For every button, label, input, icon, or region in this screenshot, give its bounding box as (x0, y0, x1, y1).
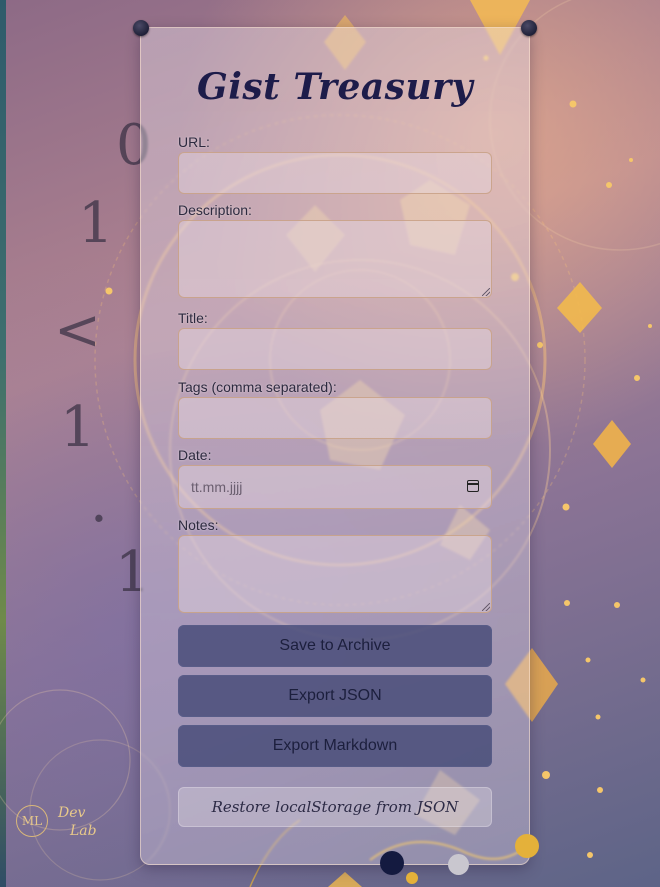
background-digit: . (90, 470, 108, 535)
url-label: URL: (178, 134, 210, 150)
notes-input[interactable] (178, 535, 492, 613)
logo-initials: ML (21, 814, 43, 828)
save-to-archive-button[interactable]: Save to Archive (178, 625, 492, 667)
export-json-label: Export JSON (288, 687, 382, 704)
logo-text-dev: Dev (58, 805, 86, 821)
logo-text: Dev Lab (58, 804, 97, 840)
background-digit: 1 (60, 395, 96, 460)
tags-input[interactable] (178, 397, 492, 439)
export-markdown-label: Export Markdown (272, 737, 398, 754)
description-label: Description: (178, 202, 252, 218)
title-label: Title: (178, 310, 208, 326)
logo-text-lab: Lab (70, 823, 97, 839)
pin-left (133, 20, 149, 36)
tags-label: Tags (comma separated): (178, 379, 337, 395)
calendar-icon[interactable] (467, 480, 479, 492)
title-input[interactable] (178, 328, 492, 370)
save-to-archive-label: Save to Archive (279, 637, 391, 654)
date-input[interactable]: tt.mm.jjjj (178, 465, 492, 509)
date-label: Date: (178, 447, 212, 463)
notes-wrapper (178, 535, 492, 613)
resize-grip-icon[interactable] (482, 603, 490, 611)
notes-label: Notes: (178, 517, 219, 533)
description-input[interactable] (178, 220, 492, 298)
export-json-button[interactable]: Export JSON (178, 675, 492, 717)
background-edge-strip (0, 0, 6, 887)
decor-dot-gold (515, 834, 539, 858)
decor-dot-navy (380, 851, 404, 875)
restore-localstorage-label: Restore localStorage from JSON (211, 798, 459, 816)
restore-localstorage-button[interactable]: Restore localStorage from JSON (178, 787, 492, 827)
url-input[interactable] (178, 152, 492, 194)
decor-dot-small-gold (406, 872, 418, 884)
date-placeholder: tt.mm.jjjj (191, 479, 243, 495)
logo-emblem: ML (16, 805, 48, 837)
export-markdown-button[interactable]: Export Markdown (178, 725, 492, 767)
description-wrapper (178, 220, 492, 298)
background-digit: < (54, 298, 101, 363)
devlab-logo: ML Dev Lab (14, 800, 126, 852)
decor-dot-grey (448, 854, 469, 875)
page-title: Gist Treasury (196, 66, 474, 108)
pin-right (521, 20, 537, 36)
gist-form-panel: Gist Treasury URL: Description: Title: T… (133, 20, 537, 865)
resize-grip-icon[interactable] (482, 288, 490, 296)
background-digit: 1 (78, 191, 114, 256)
